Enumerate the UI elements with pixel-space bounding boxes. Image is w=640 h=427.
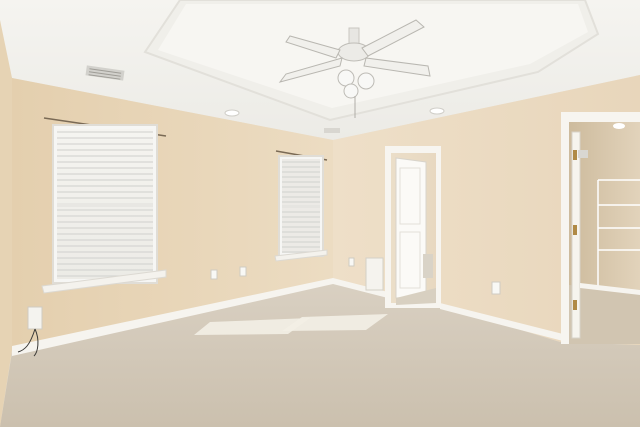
wall-outlet [210,269,218,280]
wall-outlet [491,281,501,295]
recessed-light [224,109,240,117]
wall-outlet [239,266,247,277]
recessed-light [429,107,445,115]
bedroom-scene [0,0,640,427]
wall-outlet [348,257,355,267]
bedroom-photo [0,0,640,427]
window-blinds-icon [274,150,328,262]
door-icon [385,146,441,308]
floor-vent [365,257,384,291]
smoke-detector-vent [324,128,340,133]
wall-outlet [27,306,43,330]
window-blinds-icon [41,117,167,294]
